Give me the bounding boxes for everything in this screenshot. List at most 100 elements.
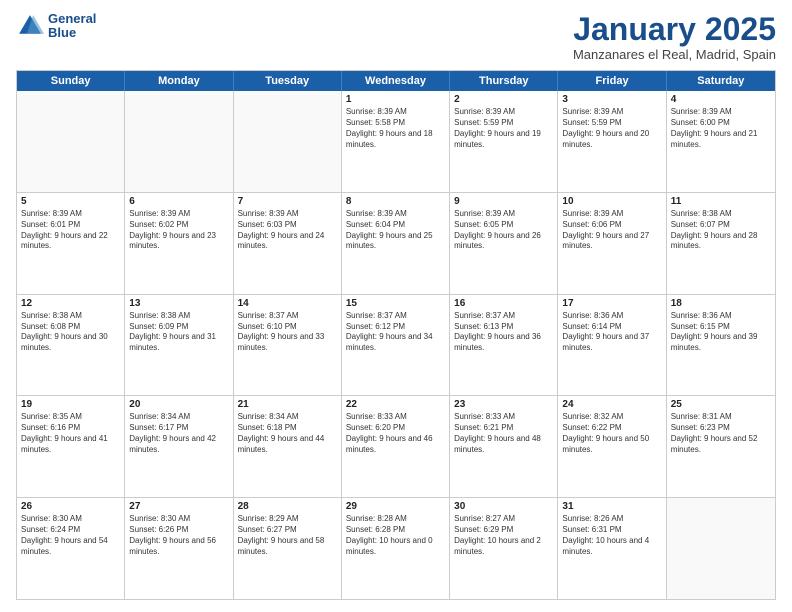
calendar-cell: 14 Sunrise: 8:37 AMSunset: 6:10 PMDayligh… xyxy=(234,295,342,396)
day-header-thursday: Thursday xyxy=(450,71,558,91)
cell-info: Sunrise: 8:33 AMSunset: 6:21 PMDaylight:… xyxy=(454,412,553,455)
day-header-sunday: Sunday xyxy=(17,71,125,91)
calendar-cell xyxy=(17,91,125,192)
day-number: 9 xyxy=(454,196,553,207)
cell-info: Sunrise: 8:37 AMSunset: 6:10 PMDaylight:… xyxy=(238,311,337,354)
day-number: 27 xyxy=(129,501,228,512)
title-section: January 2025 Manzanares el Real, Madrid,… xyxy=(573,12,776,62)
calendar-cell: 30Sunrise: 8:27 AMSunset: 6:29 PMDayligh… xyxy=(450,498,558,599)
cell-info: Sunrise: 8:30 AMSunset: 6:26 PMDaylight:… xyxy=(129,514,228,557)
calendar-cell: 25Sunrise: 8:31 AMSunset: 6:23 PMDayligh… xyxy=(667,396,775,497)
cell-info: Sunrise: 8:39 AMSunset: 6:06 PMDaylight:… xyxy=(562,209,661,252)
day-header-saturday: Saturday xyxy=(667,71,775,91)
day-number: 13 xyxy=(129,298,228,309)
calendar-cell: 6 Sunrise: 8:39 AMSunset: 6:02 PMDaylight… xyxy=(125,193,233,294)
calendar-cell: 29Sunrise: 8:28 AMSunset: 6:28 PMDayligh… xyxy=(342,498,450,599)
day-number: 19 xyxy=(21,399,120,410)
logo-icon xyxy=(16,12,44,40)
month-title: January 2025 xyxy=(573,12,776,47)
cell-info: Sunrise: 8:39 AMSunset: 6:00 PMDaylight:… xyxy=(671,107,771,150)
day-number: 14 xyxy=(238,298,337,309)
cell-info: Sunrise: 8:34 AMSunset: 6:18 PMDaylight:… xyxy=(238,412,337,455)
calendar-row-4: 26 Sunrise: 8:30 AMSunset: 6:24 PMDayligh… xyxy=(17,497,775,599)
day-number: 1 xyxy=(346,94,445,105)
day-number: 25 xyxy=(671,399,771,410)
day-number: 6 xyxy=(129,196,228,207)
day-number: 22 xyxy=(346,399,445,410)
calendar-cell: 20Sunrise: 8:34 AMSunset: 6:17 PMDayligh… xyxy=(125,396,233,497)
day-number: 8 xyxy=(346,196,445,207)
day-header-friday: Friday xyxy=(558,71,666,91)
day-number: 29 xyxy=(346,501,445,512)
logo-text: General Blue xyxy=(48,12,96,41)
day-number: 10 xyxy=(562,196,661,207)
day-number: 16 xyxy=(454,298,553,309)
calendar-cell: 2 Sunrise: 8:39 AMSunset: 5:59 PMDaylight… xyxy=(450,91,558,192)
calendar-cell: 9 Sunrise: 8:39 AMSunset: 6:05 PMDaylight… xyxy=(450,193,558,294)
calendar-header: SundayMondayTuesdayWednesdayThursdayFrid… xyxy=(17,71,775,91)
calendar-cell: 22 Sunrise: 8:33 AMSunset: 6:20 PMDayligh… xyxy=(342,396,450,497)
day-number: 2 xyxy=(454,94,553,105)
calendar-cell: 31 Sunrise: 8:26 AMSunset: 6:31 PMDayligh… xyxy=(558,498,666,599)
header: General Blue January 2025 Manzanares el … xyxy=(16,12,776,62)
cell-info: Sunrise: 8:27 AMSunset: 6:29 PMDaylight:… xyxy=(454,514,553,557)
day-number: 11 xyxy=(671,196,771,207)
calendar-body: 1 Sunrise: 8:39 AMSunset: 5:58 PMDaylight… xyxy=(17,91,775,599)
calendar-cell: 8 Sunrise: 8:39 AMSunset: 6:04 PMDaylight… xyxy=(342,193,450,294)
day-header-tuesday: Tuesday xyxy=(234,71,342,91)
cell-info: Sunrise: 8:38 AMSunset: 6:07 PMDaylight:… xyxy=(671,209,771,252)
calendar-row-1: 5 Sunrise: 8:39 AMSunset: 6:01 PMDaylight… xyxy=(17,192,775,294)
calendar-cell: 15Sunrise: 8:37 AMSunset: 6:12 PMDayligh… xyxy=(342,295,450,396)
day-number: 31 xyxy=(562,501,661,512)
day-header-wednesday: Wednesday xyxy=(342,71,450,91)
cell-info: Sunrise: 8:39 AMSunset: 6:01 PMDaylight:… xyxy=(21,209,120,252)
day-number: 23 xyxy=(454,399,553,410)
calendar-cell: 13Sunrise: 8:38 AMSunset: 6:09 PMDayligh… xyxy=(125,295,233,396)
day-number: 18 xyxy=(671,298,771,309)
page: General Blue January 2025 Manzanares el … xyxy=(0,0,792,612)
logo: General Blue xyxy=(16,12,96,41)
cell-info: Sunrise: 8:39 AMSunset: 6:05 PMDaylight:… xyxy=(454,209,553,252)
cell-info: Sunrise: 8:30 AMSunset: 6:24 PMDaylight:… xyxy=(21,514,120,557)
cell-info: Sunrise: 8:32 AMSunset: 6:22 PMDaylight:… xyxy=(562,412,661,455)
calendar-cell: 27 Sunrise: 8:30 AMSunset: 6:26 PMDayligh… xyxy=(125,498,233,599)
calendar: SundayMondayTuesdayWednesdayThursdayFrid… xyxy=(16,70,776,600)
calendar-cell: 1 Sunrise: 8:39 AMSunset: 5:58 PMDaylight… xyxy=(342,91,450,192)
cell-info: Sunrise: 8:38 AMSunset: 6:08 PMDaylight:… xyxy=(21,311,120,354)
calendar-cell: 28Sunrise: 8:29 AMSunset: 6:27 PMDayligh… xyxy=(234,498,342,599)
calendar-cell: 18Sunrise: 8:36 AMSunset: 6:15 PMDayligh… xyxy=(667,295,775,396)
cell-info: Sunrise: 8:39 AMSunset: 5:59 PMDaylight:… xyxy=(562,107,661,150)
cell-info: Sunrise: 8:36 AMSunset: 6:14 PMDaylight:… xyxy=(562,311,661,354)
calendar-cell xyxy=(125,91,233,192)
day-number: 12 xyxy=(21,298,120,309)
logo-line2: Blue xyxy=(48,26,96,40)
calendar-cell xyxy=(234,91,342,192)
cell-info: Sunrise: 8:39 AMSunset: 5:58 PMDaylight:… xyxy=(346,107,445,150)
cell-info: Sunrise: 8:39 AMSunset: 5:59 PMDaylight:… xyxy=(454,107,553,150)
cell-info: Sunrise: 8:39 AMSunset: 6:03 PMDaylight:… xyxy=(238,209,337,252)
calendar-cell: 3Sunrise: 8:39 AMSunset: 5:59 PMDaylight… xyxy=(558,91,666,192)
calendar-cell xyxy=(667,498,775,599)
cell-info: Sunrise: 8:34 AMSunset: 6:17 PMDaylight:… xyxy=(129,412,228,455)
calendar-cell: 19 Sunrise: 8:35 AMSunset: 6:16 PMDayligh… xyxy=(17,396,125,497)
cell-info: Sunrise: 8:35 AMSunset: 6:16 PMDaylight:… xyxy=(21,412,120,455)
calendar-cell: 4Sunrise: 8:39 AMSunset: 6:00 PMDaylight… xyxy=(667,91,775,192)
day-number: 21 xyxy=(238,399,337,410)
day-number: 28 xyxy=(238,501,337,512)
cell-info: Sunrise: 8:33 AMSunset: 6:20 PMDaylight:… xyxy=(346,412,445,455)
calendar-row-2: 12 Sunrise: 8:38 AMSunset: 6:08 PMDayligh… xyxy=(17,294,775,396)
day-number: 26 xyxy=(21,501,120,512)
calendar-cell: 16Sunrise: 8:37 AMSunset: 6:13 PMDayligh… xyxy=(450,295,558,396)
calendar-cell: 5 Sunrise: 8:39 AMSunset: 6:01 PMDaylight… xyxy=(17,193,125,294)
calendar-cell: 21 Sunrise: 8:34 AMSunset: 6:18 PMDayligh… xyxy=(234,396,342,497)
cell-info: Sunrise: 8:26 AMSunset: 6:31 PMDaylight:… xyxy=(562,514,661,557)
calendar-row-3: 19 Sunrise: 8:35 AMSunset: 6:16 PMDayligh… xyxy=(17,395,775,497)
location: Manzanares el Real, Madrid, Spain xyxy=(573,47,776,62)
day-number: 5 xyxy=(21,196,120,207)
logo-line1: General xyxy=(48,12,96,26)
cell-info: Sunrise: 8:39 AMSunset: 6:04 PMDaylight:… xyxy=(346,209,445,252)
day-number: 15 xyxy=(346,298,445,309)
cell-info: Sunrise: 8:39 AMSunset: 6:02 PMDaylight:… xyxy=(129,209,228,252)
calendar-cell: 7Sunrise: 8:39 AMSunset: 6:03 PMDaylight… xyxy=(234,193,342,294)
calendar-cell: 12 Sunrise: 8:38 AMSunset: 6:08 PMDayligh… xyxy=(17,295,125,396)
